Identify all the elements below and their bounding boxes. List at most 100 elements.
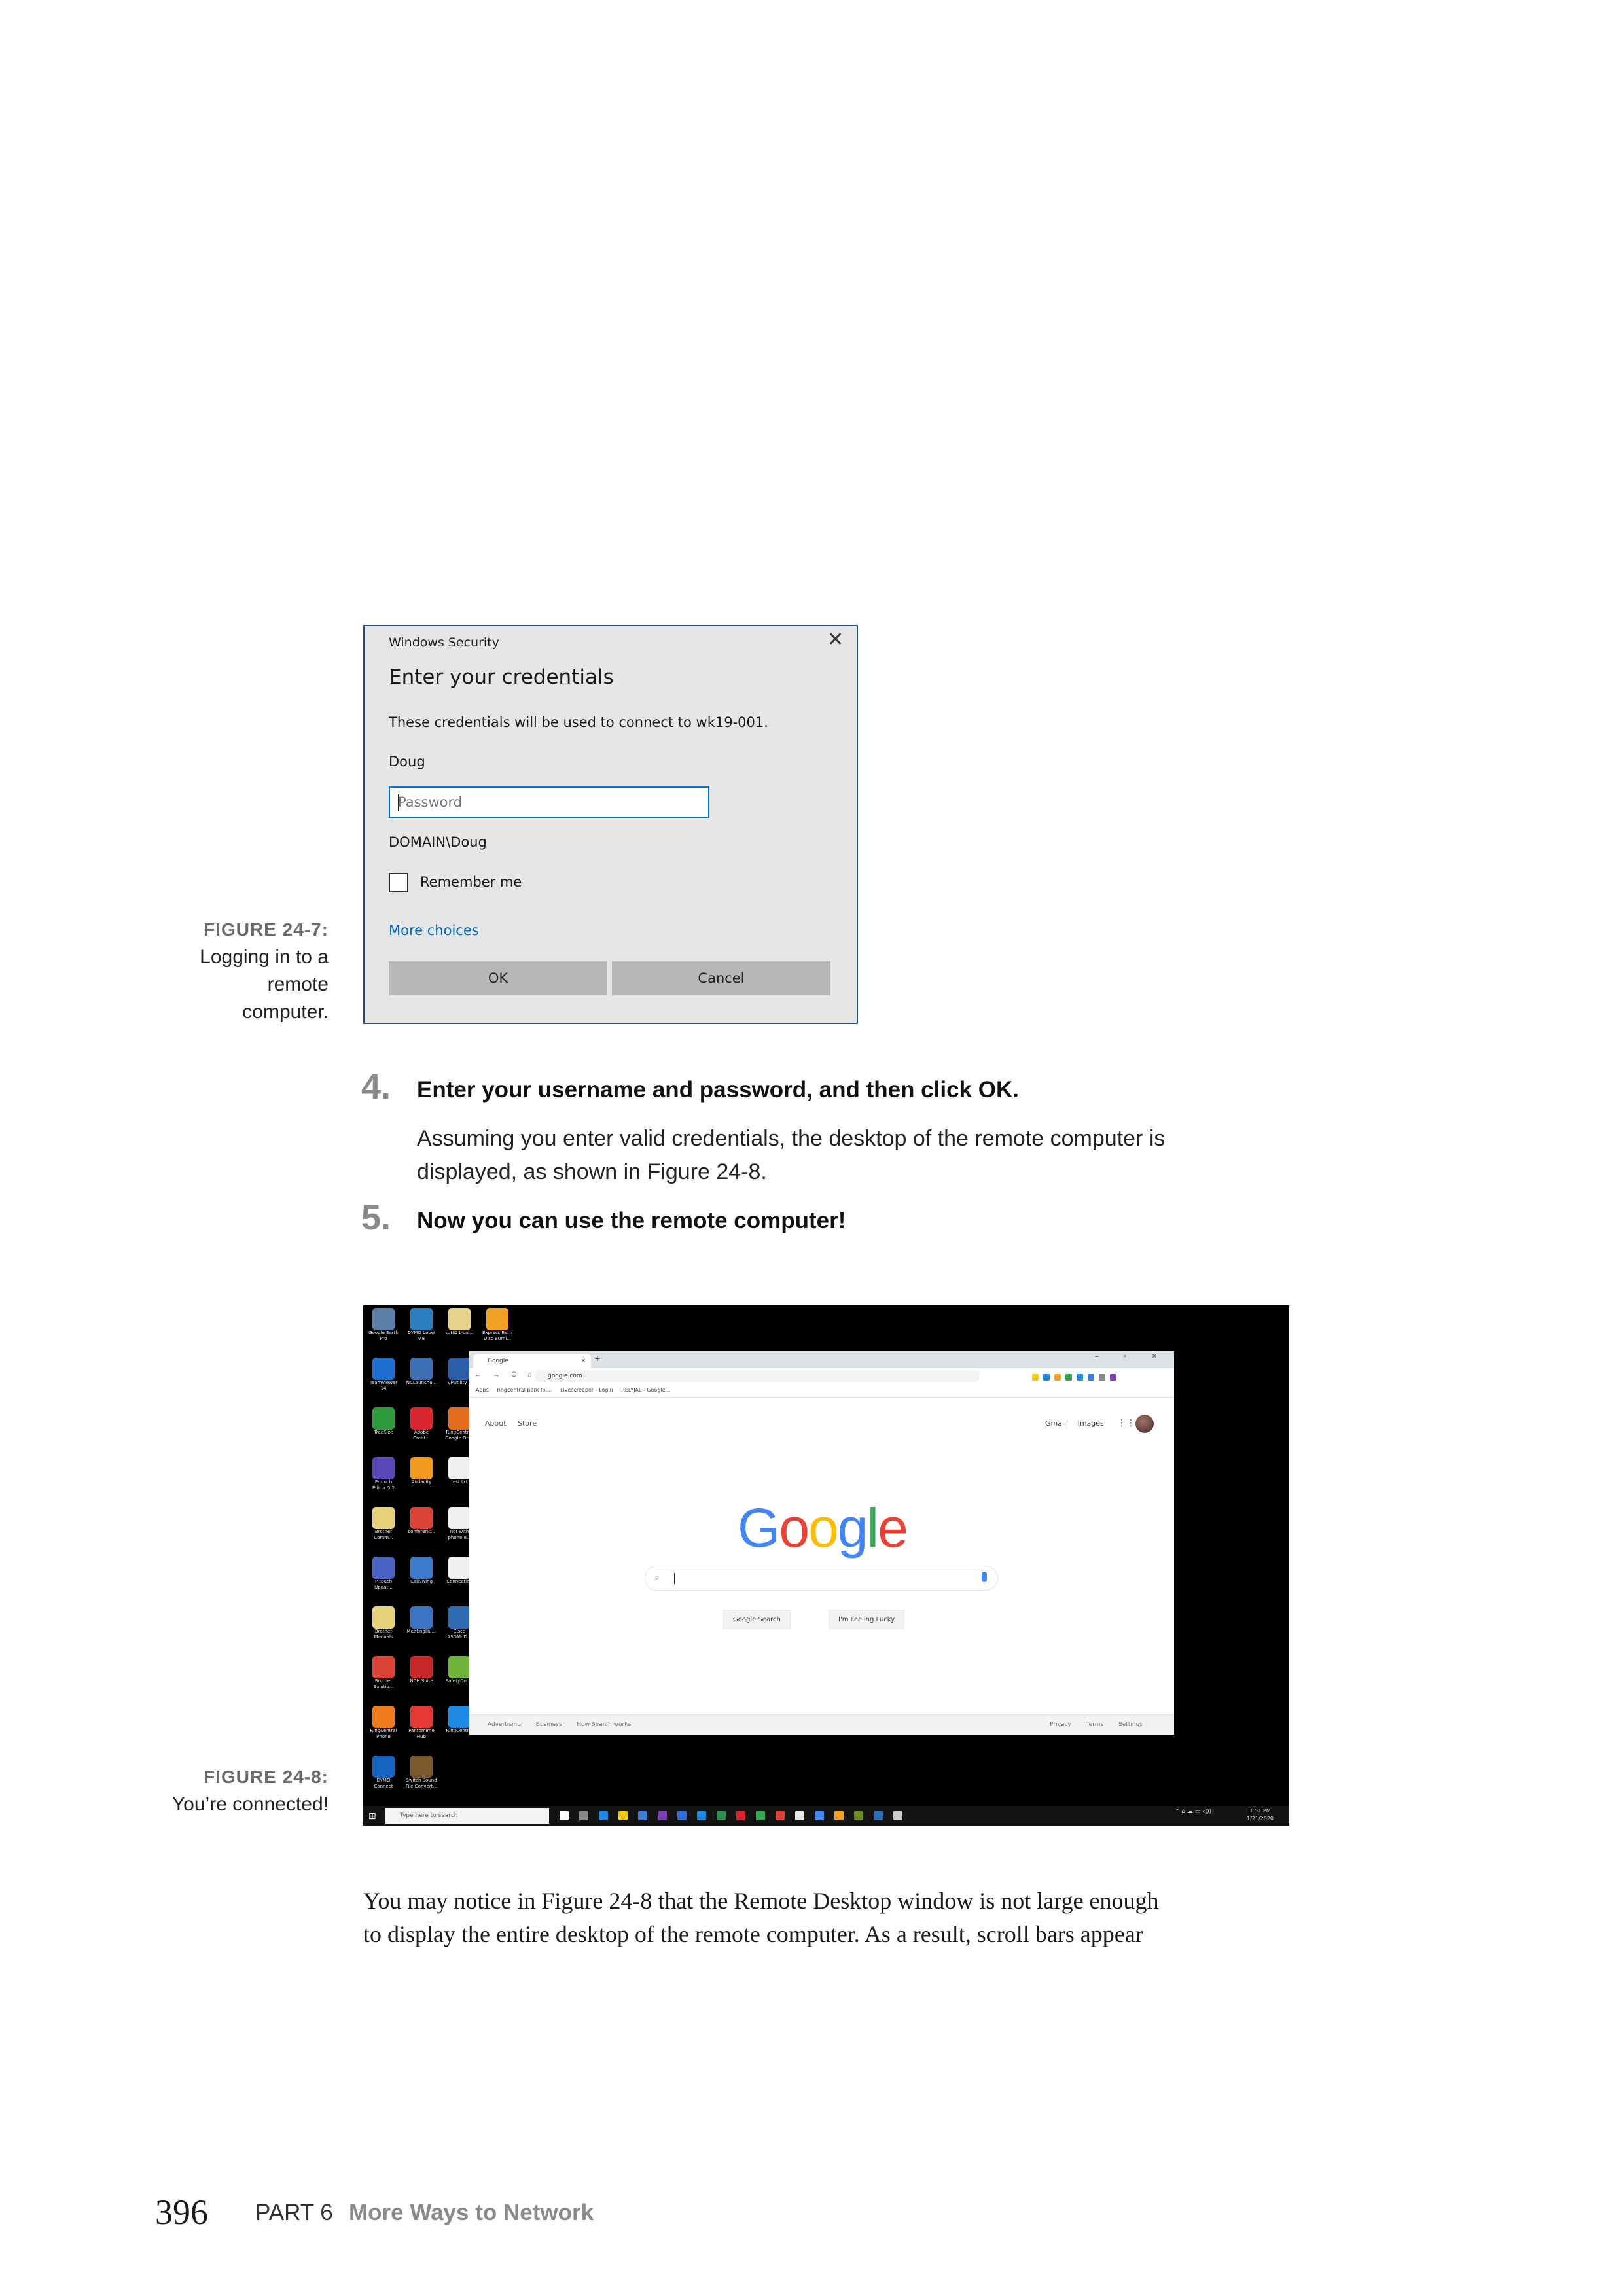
taskbar-app-icon[interactable] bbox=[795, 1811, 804, 1820]
taskbar-app-icon[interactable] bbox=[834, 1811, 844, 1820]
desktop-icon[interactable]: Pantomime Hub bbox=[402, 1706, 440, 1740]
desktop-icon[interactable]: Google Earth Pro bbox=[365, 1308, 402, 1342]
window-controls[interactable]: – ▫ ✕ bbox=[1095, 1353, 1169, 1360]
desktop-icon[interactable]: TreeSize bbox=[365, 1407, 402, 1436]
close-icon[interactable]: ✕ bbox=[827, 630, 844, 650]
footer-link[interactable]: How Search works bbox=[577, 1722, 631, 1728]
taskbar-app-icon[interactable] bbox=[599, 1811, 608, 1820]
taskbar-app-icon[interactable] bbox=[677, 1811, 687, 1820]
footer-link[interactable]: Privacy bbox=[1050, 1722, 1071, 1728]
desktop-icon-label: P-touch Editor 5.2 bbox=[372, 1479, 395, 1491]
taskbar-app-icon[interactable] bbox=[815, 1811, 824, 1820]
desktop-icon[interactable]: DYMO Connect bbox=[365, 1756, 402, 1790]
desktop-icon[interactable]: NCLaunche... bbox=[402, 1358, 440, 1386]
bookmark-item[interactable]: RELYJAL - Google... bbox=[621, 1387, 670, 1393]
taskbar-search-box[interactable]: Type here to search bbox=[385, 1808, 549, 1824]
remember-me-checkbox[interactable] bbox=[389, 873, 408, 892]
browser-tab[interactable]: Google × bbox=[473, 1354, 591, 1368]
bookmarks-bar: Apps ringcentral park fol... Livescreepe… bbox=[469, 1384, 1174, 1398]
extension-icon[interactable] bbox=[1043, 1374, 1050, 1381]
taskbar-app-icon[interactable] bbox=[697, 1811, 706, 1820]
desktop-icon[interactable]: DYMO Label v.8 bbox=[402, 1308, 440, 1342]
app-icon bbox=[448, 1457, 471, 1479]
bookmark-item[interactable]: ringcentral park fol... bbox=[497, 1387, 552, 1393]
taskbar-app-icon[interactable] bbox=[579, 1811, 588, 1820]
desktop-icon[interactable]: NCH Suite bbox=[402, 1656, 440, 1684]
taskbar-app-icon[interactable] bbox=[893, 1811, 902, 1820]
taskbar-app-icons[interactable] bbox=[560, 1811, 913, 1824]
desktop-icon[interactable]: Brother Solutio... bbox=[365, 1656, 402, 1690]
gmail-link[interactable]: Gmail bbox=[1045, 1419, 1066, 1428]
extension-icon[interactable] bbox=[1065, 1374, 1072, 1381]
remember-me-label[interactable]: Remember me bbox=[420, 874, 522, 890]
desktop-icon[interactable]: Audacity bbox=[402, 1457, 440, 1485]
logo-letter: G bbox=[738, 1497, 780, 1559]
taskbar-app-icon[interactable] bbox=[854, 1811, 863, 1820]
desktop-icon[interactable]: conferenc... bbox=[402, 1507, 440, 1535]
extension-icon[interactable] bbox=[1099, 1374, 1105, 1381]
extension-icon[interactable] bbox=[1088, 1374, 1094, 1381]
logo-letter: o bbox=[779, 1497, 810, 1559]
app-icon bbox=[448, 1656, 471, 1678]
desktop-icon[interactable]: Switch Sound File Convert... bbox=[402, 1756, 440, 1790]
desktop-icon-label: Adobe Creat... bbox=[413, 1430, 430, 1441]
taskbar-app-icon[interactable] bbox=[638, 1811, 647, 1820]
desktop-icon[interactable]: Brother Manuals bbox=[365, 1606, 402, 1640]
password-field[interactable] bbox=[389, 786, 709, 818]
username-label: Doug bbox=[389, 754, 425, 769]
extension-icons[interactable] bbox=[1032, 1372, 1121, 1381]
taskbar-app-icon[interactable] bbox=[874, 1811, 883, 1820]
bookmark-item[interactable]: Livescreeper - Login bbox=[560, 1387, 613, 1393]
address-bar[interactable]: google.com bbox=[535, 1370, 980, 1382]
images-link[interactable]: Images bbox=[1078, 1419, 1104, 1428]
footer-link[interactable]: Advertising bbox=[488, 1722, 521, 1728]
more-choices-link[interactable]: More choices bbox=[389, 923, 479, 938]
extension-icon[interactable] bbox=[1110, 1374, 1116, 1381]
avatar[interactable] bbox=[1135, 1415, 1154, 1433]
footer-link[interactable]: Business bbox=[536, 1722, 562, 1728]
extension-icon[interactable] bbox=[1054, 1374, 1061, 1381]
ok-button[interactable]: OK bbox=[389, 961, 607, 995]
taskbar-app-icon[interactable] bbox=[756, 1811, 765, 1820]
desktop-icon[interactable]: Brother Comm... bbox=[365, 1507, 402, 1541]
desktop-icon[interactable]: sqt021-cal... bbox=[440, 1308, 478, 1336]
taskbar-app-icon[interactable] bbox=[618, 1811, 628, 1820]
desktop-icon[interactable]: MeetingHu... bbox=[402, 1606, 440, 1634]
app-icon bbox=[448, 1407, 471, 1430]
figure-label: FIGURE 24-8: bbox=[204, 1767, 329, 1787]
extension-icon[interactable] bbox=[1077, 1374, 1083, 1381]
desktop-icon[interactable]: Adobe Creat... bbox=[402, 1407, 440, 1441]
desktop-icon[interactable]: TeamViewer 14 bbox=[365, 1358, 402, 1392]
taskbar-app-icon[interactable] bbox=[658, 1811, 667, 1820]
google-search-input[interactable]: ⌕ bbox=[645, 1566, 998, 1591]
feeling-lucky-button[interactable]: I'm Feeling Lucky bbox=[829, 1610, 905, 1629]
desktop-icon[interactable]: P-touch Updat... bbox=[365, 1557, 402, 1591]
taskbar-app-icon[interactable] bbox=[717, 1811, 726, 1820]
taskbar-app-icon[interactable] bbox=[776, 1811, 785, 1820]
start-button-icon[interactable]: ⊞ bbox=[368, 1810, 376, 1822]
navigation-icons[interactable]: ← → C ⌂ bbox=[474, 1371, 537, 1379]
footer-link[interactable]: Terms bbox=[1086, 1722, 1104, 1728]
cancel-button[interactable]: Cancel bbox=[612, 961, 830, 995]
microphone-icon[interactable] bbox=[982, 1572, 987, 1582]
extension-icon[interactable] bbox=[1032, 1374, 1039, 1381]
app-icon bbox=[372, 1756, 395, 1778]
system-tray[interactable]: ^ ⌂ ☁ ▭ ◁)) bbox=[1175, 1809, 1211, 1815]
footer-link[interactable]: Settings bbox=[1118, 1722, 1143, 1728]
step-instruction: Now you can use the remote computer! bbox=[417, 1208, 846, 1233]
desktop-icon[interactable]: RingCentral Phone bbox=[365, 1706, 402, 1740]
desktop-icon[interactable]: Express Burn Disc Burni... bbox=[478, 1308, 516, 1342]
taskbar-clock[interactable]: 1:51 PM 1/21/2020 bbox=[1247, 1807, 1274, 1823]
tab-close-icon[interactable]: × bbox=[580, 1354, 586, 1368]
desktop-icon[interactable]: CallSwing bbox=[402, 1557, 440, 1585]
taskbar-app-icon[interactable] bbox=[560, 1811, 569, 1820]
store-link[interactable]: Store bbox=[518, 1419, 537, 1428]
desktop-icon[interactable]: P-touch Editor 5.2 bbox=[365, 1457, 402, 1491]
app-icon bbox=[410, 1407, 433, 1430]
google-search-button[interactable]: Google Search bbox=[723, 1610, 791, 1629]
app-icon bbox=[448, 1606, 471, 1629]
new-tab-icon[interactable]: + bbox=[595, 1353, 600, 1364]
bookmark-item[interactable]: Apps bbox=[476, 1387, 489, 1393]
taskbar-app-icon[interactable] bbox=[736, 1811, 745, 1820]
about-link[interactable]: About bbox=[485, 1419, 507, 1428]
